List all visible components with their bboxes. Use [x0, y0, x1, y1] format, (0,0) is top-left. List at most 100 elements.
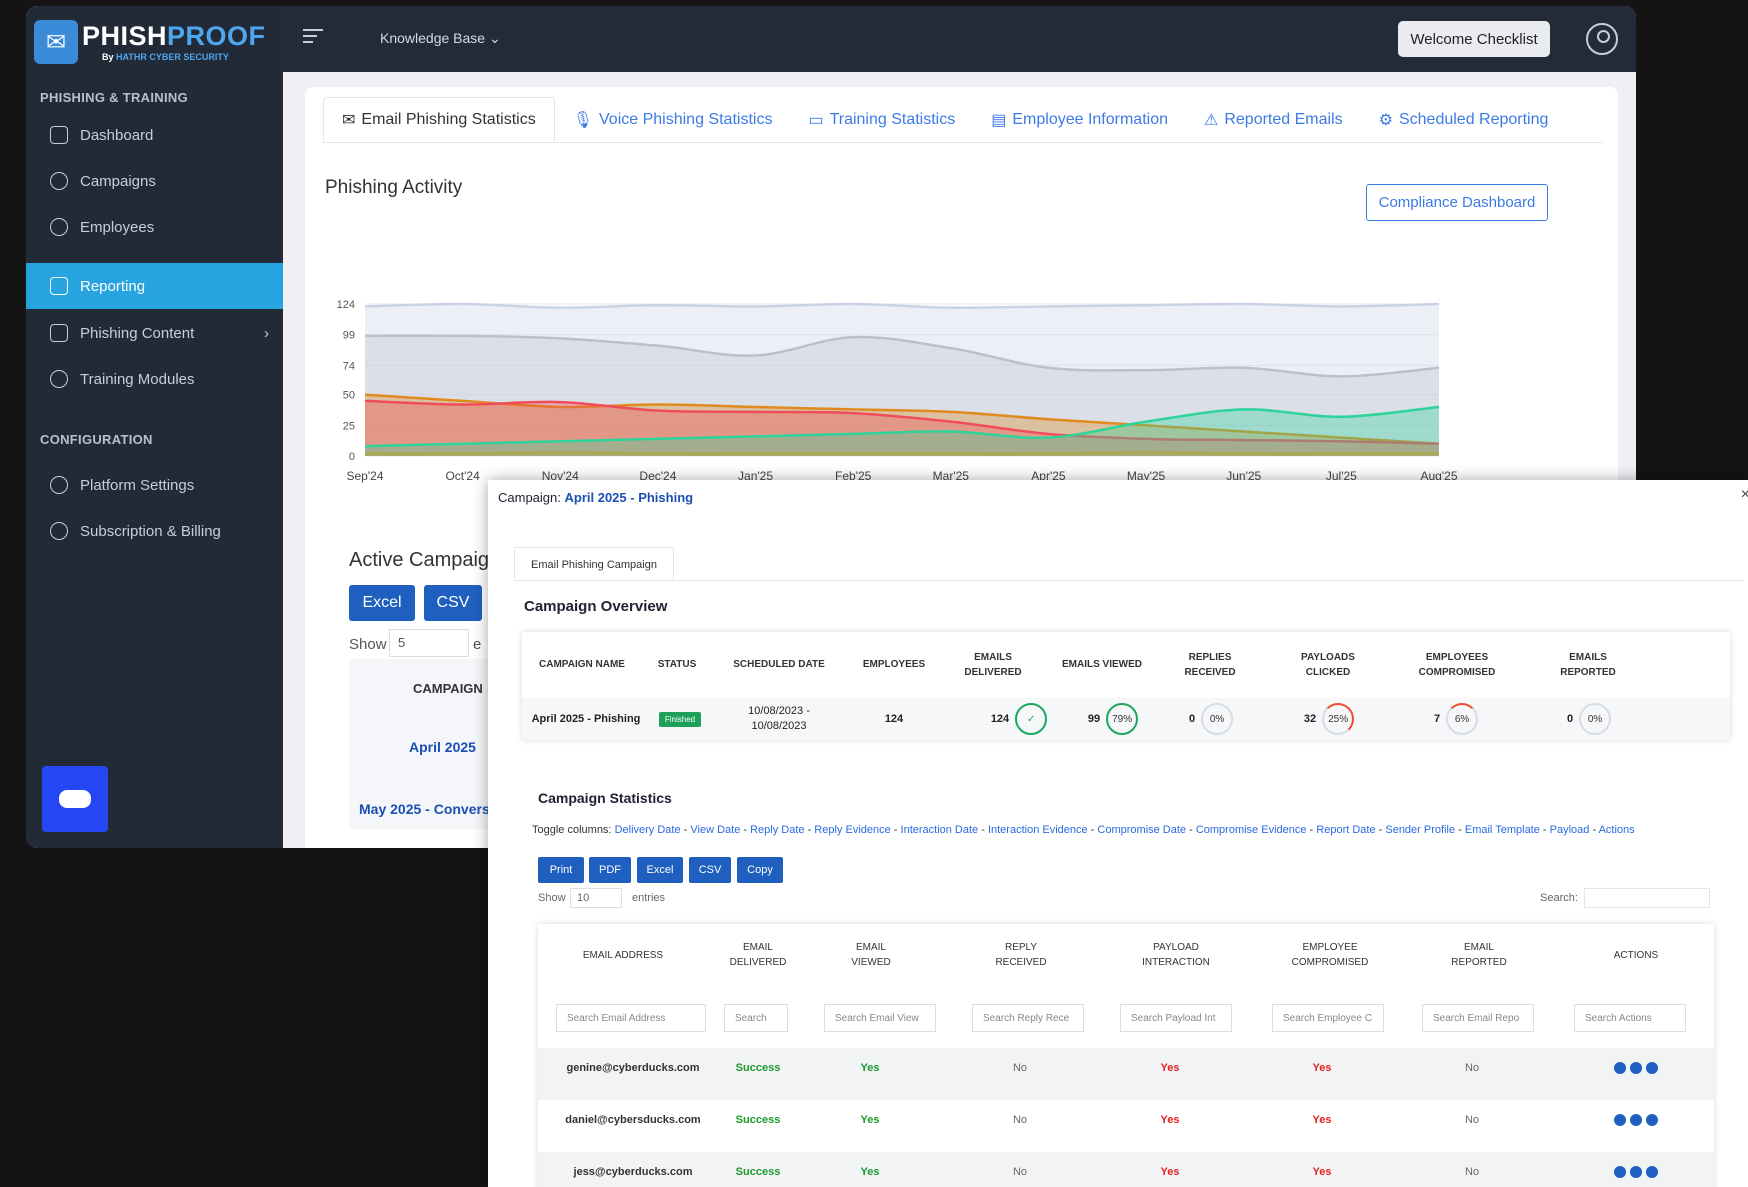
toggle-column-link[interactable]: View Date — [690, 824, 740, 836]
toggle-column-link[interactable]: Sender Profile — [1385, 824, 1455, 836]
toggle-column-link[interactable]: Actions — [1599, 824, 1635, 836]
tab-employee-information[interactable]: ▤ Employee Information — [973, 97, 1186, 142]
sidebar-item-training-modules[interactable]: Training Modules — [26, 356, 283, 402]
sidebar-item-phishing-content[interactable]: Phishing Content › — [26, 310, 283, 356]
view-icon[interactable] — [1646, 1114, 1658, 1126]
view-icon[interactable] — [1646, 1166, 1658, 1178]
campaign-overview-table: CAMPAIGN NAME STATUS SCHEDULED DATE EMPL… — [522, 632, 1730, 740]
chat-widget-button[interactable] — [42, 766, 108, 832]
search-employee-input[interactable]: Search Employee C — [1272, 1004, 1384, 1032]
info-icon[interactable] — [1614, 1062, 1626, 1074]
column-header[interactable]: EMPLOYEES — [844, 632, 944, 697]
column-header[interactable]: EMPLOYEES COMPROMISED — [1402, 632, 1512, 697]
search-input[interactable] — [1584, 888, 1710, 908]
sidebar-item-subscription-billing[interactable]: Subscription & Billing — [26, 508, 283, 554]
table-row[interactable]: genine@cyberducks.com Success Yes No Yes… — [538, 1048, 1714, 1100]
toggle-column-link[interactable]: Delivery Date — [615, 824, 681, 836]
search-reported-input[interactable]: Search Email Repo — [1422, 1004, 1534, 1032]
sidebar-item-reporting[interactable]: Reporting — [26, 263, 283, 309]
page-size-select[interactable]: 5 — [389, 629, 469, 657]
column-header[interactable]: EMAILS REPORTED — [1548, 632, 1628, 697]
tab-training-statistics[interactable]: ▭ Training Statistics — [790, 97, 973, 142]
close-icon[interactable]: × — [1741, 486, 1748, 504]
column-header[interactable]: EMPLOYEE COMPROMISED — [1280, 924, 1380, 986]
excel-button[interactable]: Excel — [349, 585, 415, 621]
search-actions-input[interactable]: Search Actions — [1574, 1004, 1686, 1032]
toggle-column-link[interactable]: Compromise Date — [1097, 824, 1186, 836]
welcome-checklist-button[interactable]: Welcome Checklist — [1398, 21, 1550, 57]
tab-email-phishing-statistics[interactable]: ✉ Email Phishing Statistics — [323, 97, 555, 142]
count: 0 — [1188, 713, 1196, 725]
search-reply-input[interactable]: Search Reply Rece — [972, 1004, 1084, 1032]
toggle-column-link[interactable]: Reply Date — [750, 824, 804, 836]
check-circle-icon[interactable] — [1630, 1062, 1642, 1074]
sidebar-item-employees[interactable]: Employees — [26, 204, 283, 250]
envelope-icon: ✉ — [342, 111, 356, 129]
campaign-row-link[interactable]: May 2025 - Convers — [359, 801, 490, 817]
sidebar-item-dashboard[interactable]: Dashboard — [26, 112, 283, 158]
search-email-address-input[interactable]: Search Email Address — [556, 1004, 706, 1032]
table-row[interactable]: jess@cyberducks.com Success Yes No Yes Y… — [538, 1152, 1714, 1187]
active-campaigns-title: Active Campaig — [349, 549, 490, 571]
sidebar-item-campaigns[interactable]: Campaigns — [26, 158, 283, 204]
toggle-column-link[interactable]: Reply Evidence — [814, 824, 890, 836]
email-address-cell: jess@cyberducks.com — [573, 1166, 693, 1178]
copy-button[interactable]: Copy — [737, 857, 783, 883]
pdf-button[interactable]: PDF — [589, 857, 631, 883]
print-button[interactable]: Print — [538, 857, 584, 883]
excel-button[interactable]: Excel — [637, 857, 683, 883]
tab-voice-phishing-statistics[interactable]: 🎙 Voice Phishing Statistics — [555, 97, 791, 142]
tab-scheduled-reporting[interactable]: ⚙ Scheduled Reporting — [1361, 97, 1567, 142]
table-row[interactable]: daniel@cybersducks.com Success Yes No Ye… — [538, 1100, 1714, 1152]
tab-reported-emails[interactable]: ⚠ Reported Emails — [1186, 97, 1361, 142]
column-header[interactable]: STATUS — [642, 632, 712, 697]
menu-toggle-icon[interactable] — [303, 29, 323, 47]
column-header[interactable]: EMAIL ADDRESS — [548, 924, 698, 986]
brand-logo[interactable]: ✉ PHISHPROOF By HATHR CYBER SECURITY — [34, 20, 266, 64]
toggle-column-link[interactable]: Payload — [1550, 824, 1590, 836]
info-icon[interactable] — [1614, 1166, 1626, 1178]
csv-button[interactable]: CSV — [689, 857, 731, 883]
tab-email-phishing-campaign[interactable]: Email Phishing Campaign — [514, 547, 674, 581]
page-size-select[interactable]: 10 — [570, 888, 622, 908]
toggle-column-link[interactable]: Interaction Date — [901, 824, 979, 836]
count: 124 — [990, 713, 1010, 725]
column-header[interactable]: EMAIL DELIVERED — [723, 924, 793, 986]
column-header[interactable]: EMAILS VIEWED — [1062, 632, 1142, 697]
check-circle-icon[interactable] — [1630, 1114, 1642, 1126]
sidebar-section-phishing-training: PHISHING & TRAINING — [40, 90, 188, 105]
tab-label: Training Statistics — [829, 110, 956, 128]
column-header[interactable]: SCHEDULED DATE — [718, 632, 840, 697]
column-header[interactable]: PAYLOADS CLICKED — [1288, 632, 1368, 697]
search-delivered-input[interactable]: Search — [724, 1004, 788, 1032]
chevron-down-icon: ⌄ — [488, 30, 501, 46]
email-viewed-cell: Yes — [860, 1166, 880, 1178]
knowledge-base-dropdown[interactable]: Knowledge Base ⌄ — [380, 30, 501, 47]
column-header[interactable]: PAYLOAD INTERACTION — [1126, 924, 1226, 986]
campaign-row-link[interactable]: April 2025 — [409, 739, 476, 755]
toggle-column-link[interactable]: Compromise Evidence — [1196, 824, 1307, 836]
column-header[interactable]: EMAILS DELIVERED — [952, 632, 1034, 697]
column-header[interactable]: ACTIONS — [1596, 924, 1676, 986]
column-header[interactable]: EMAIL REPORTED — [1444, 924, 1514, 986]
toggle-column-link[interactable]: Interaction Evidence — [988, 824, 1088, 836]
entries-label: e — [473, 636, 482, 653]
info-icon[interactable] — [1614, 1114, 1626, 1126]
campaign-column-header: CAMPAIGN — [413, 681, 483, 696]
report-tabs: ✉ Email Phishing Statistics 🎙 Voice Phishi… — [323, 97, 1603, 143]
column-header[interactable]: CAMPAIGN NAME — [522, 632, 642, 697]
user-avatar-icon[interactable] — [1586, 23, 1618, 55]
check-circle-icon[interactable] — [1630, 1166, 1642, 1178]
column-header[interactable]: REPLIES RECEIVED — [1170, 632, 1250, 697]
column-header[interactable]: REPLY RECEIVED — [986, 924, 1056, 986]
toggle-column-link[interactable]: Report Date — [1316, 824, 1375, 836]
column-header[interactable]: EMAIL VIEWED — [836, 924, 906, 986]
csv-button[interactable]: CSV — [424, 585, 482, 621]
check-icon: ✓ — [1015, 703, 1048, 735]
sidebar-item-platform-settings[interactable]: Platform Settings — [26, 462, 283, 508]
compliance-dashboard-button[interactable]: Compliance Dashboard — [1366, 184, 1548, 221]
search-payload-input[interactable]: Search Payload Int — [1120, 1004, 1232, 1032]
search-viewed-input[interactable]: Search Email View — [824, 1004, 936, 1032]
view-icon[interactable] — [1646, 1062, 1658, 1074]
toggle-column-link[interactable]: Email Template — [1465, 824, 1540, 836]
